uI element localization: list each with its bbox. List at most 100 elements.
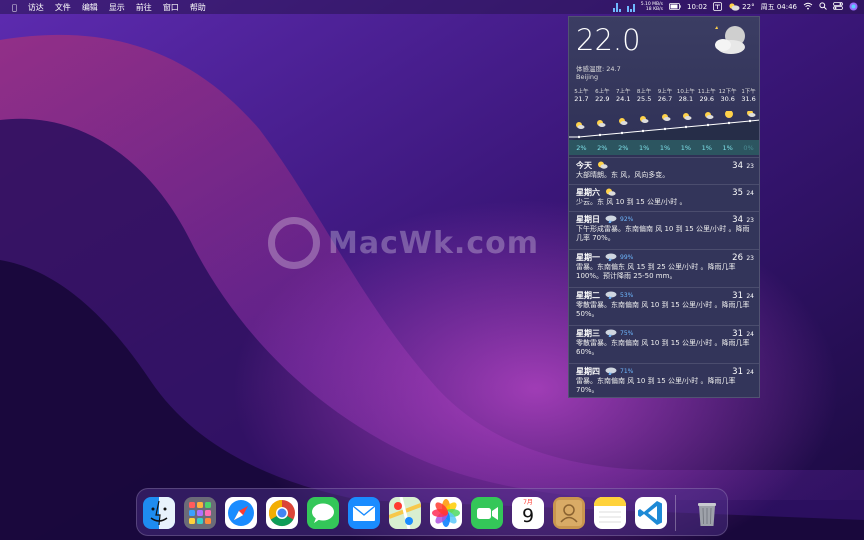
hour-item: 5上午 21.7 — [571, 89, 592, 103]
thunderstorm-icon — [605, 215, 617, 225]
hour-item: 6上午 22.9 — [592, 89, 613, 103]
day-description: 零散雷暴。东南偏南 风 10 到 15 公里/小时 。降雨几率 60%。 — [576, 339, 750, 356]
menu-file[interactable]: 文件 — [55, 2, 71, 13]
feels-like-text: 体感温度: 24.7 — [576, 65, 621, 73]
day-pop: 92% — [620, 216, 634, 223]
day-pop: 75% — [620, 330, 634, 337]
network-speed[interactable]: 5.10 MB/s 18 KB/s — [641, 2, 663, 12]
siri-icon[interactable] — [849, 2, 858, 13]
menu-finder[interactable]: 访达 — [28, 2, 44, 13]
thunderstorm-icon — [605, 253, 617, 263]
control-center-icon[interactable] — [833, 2, 843, 12]
hour-item: 10上午 28.1 — [675, 89, 696, 103]
menubar-weather-temp: 22° — [742, 3, 755, 11]
thunderstorm-icon — [605, 291, 617, 301]
hour-item: 9上午 26.7 — [655, 89, 676, 103]
cpu-graph-icon[interactable] — [612, 2, 621, 12]
partly-sunny-icon — [605, 188, 616, 198]
daily-row[interactable]: 星期六 35 24 少云。东 风 10 到 15 公里/小时 。 — [569, 184, 759, 211]
clock-time[interactable]: 10:02 — [687, 3, 707, 11]
vscode-icon[interactable] — [635, 497, 667, 529]
chrome-icon[interactable] — [266, 497, 298, 529]
contacts-icon[interactable] — [553, 497, 585, 529]
weather-panel: 22.0 体感温度: 24.7 Beijing 5上午 21.7 6上午 22.9 … — [568, 16, 760, 398]
hour-item: 7上午 24.1 — [613, 89, 634, 103]
day-name: 星期六 — [576, 188, 600, 197]
daily-row[interactable]: 星期四 71% 31 24 雷暴。东南偏南 风 10 到 15 公里/小时 。降雨… — [569, 363, 759, 397]
wifi-icon[interactable] — [803, 2, 813, 12]
day-description: 雷暴。东南偏南 风 10 到 15 公里/小时 。降雨几率 70%。 — [576, 377, 736, 394]
day-description: 零散雷暴。东南偏南 风 10 到 15 公里/小时 。降雨几率 50%。 — [576, 301, 750, 318]
daily-row[interactable]: 星期日 92% 34 23 下午形成雷暴。东南偏南 风 10 到 15 公里/小时… — [569, 211, 759, 249]
hour-temp: 30.6 — [720, 95, 735, 103]
menu-edit[interactable]: 编辑 — [82, 2, 98, 13]
daily-row[interactable]: 星期一 99% 26 23 雷暴。东南偏东 风 15 到 25 公里/小时 。降雨… — [569, 249, 759, 287]
safari-icon[interactable] — [225, 497, 257, 529]
dock: 7月 9 — [136, 488, 728, 536]
hour-temp: 22.9 — [595, 95, 610, 103]
menu-window[interactable]: 窗口 — [163, 2, 179, 13]
launchpad-icon[interactable] — [184, 497, 216, 529]
daily-row[interactable]: 星期三 75% 31 24 零散雷暴。东南偏南 风 10 到 15 公里/小时 。… — [569, 325, 759, 363]
input-method-icon[interactable] — [713, 1, 723, 13]
daily-row[interactable]: 星期二 53% 31 24 零散雷暴。东南偏南 风 10 到 15 公里/小时 。… — [569, 287, 759, 325]
hour-pop: 1% — [638, 143, 650, 152]
watermark-logo-icon — [268, 217, 320, 269]
facetime-icon[interactable] — [471, 497, 503, 529]
menu-view[interactable]: 显示 — [109, 2, 125, 13]
partly-cloudy-icon — [728, 2, 740, 13]
menubar-datetime[interactable]: 周五 04:46 — [761, 2, 797, 12]
day-pop: 99% — [620, 254, 634, 261]
battery-icon[interactable] — [669, 2, 681, 12]
hour-pop: 1% — [680, 143, 692, 152]
day-low: 23 — [746, 162, 754, 170]
notes-icon[interactable] — [594, 497, 626, 529]
daily-forecast: 今天 34 23 大部晴朗。东 风，风向多变。 星期六 35 24 少云。东 风 1… — [569, 157, 759, 397]
day-pop: 53% — [620, 292, 634, 299]
watermark-text: MacWk.com — [328, 225, 539, 261]
daily-row[interactable]: 今天 34 23 大部晴朗。东 风，风向多变。 — [569, 157, 759, 184]
hourly-precipitation: 2% 2% 2% 1% 1% 1% 1% 1% 0% — [569, 140, 759, 155]
calendar-day: 9 — [521, 505, 535, 527]
trash-icon[interactable] — [691, 497, 723, 529]
hour-pop: 1% — [701, 143, 712, 152]
hour-pop: 1% — [722, 143, 733, 152]
maps-icon[interactable] — [389, 497, 421, 529]
day-low: 24 — [746, 368, 754, 376]
search-icon[interactable] — [819, 2, 827, 12]
hour-temp: 21.7 — [574, 95, 589, 103]
day-name: 星期四 — [576, 367, 600, 376]
day-description: 下午形成雷暴。东南偏南 风 10 到 15 公里/小时 。降雨几率 70%。 — [576, 225, 750, 242]
menu-help[interactable]: 帮助 — [190, 2, 206, 13]
day-low: 23 — [746, 216, 754, 224]
photos-icon[interactable] — [430, 497, 462, 529]
mail-icon[interactable] — [348, 497, 380, 529]
apple-menu-icon[interactable]:  — [12, 3, 17, 12]
calendar-icon[interactable]: 7月 9 — [512, 497, 544, 529]
city-name: Beijing — [576, 73, 599, 81]
hour-temp: 28.1 — [678, 95, 694, 103]
day-high: 31 — [732, 328, 743, 339]
menu-go[interactable]: 前往 — [136, 2, 152, 13]
day-name: 星期三 — [576, 329, 600, 338]
messages-icon[interactable] — [307, 497, 339, 529]
hour-pop: 0% — [743, 143, 754, 152]
partly-cloudy-night-icon — [711, 23, 753, 59]
day-description: 雷暴。东南偏东 风 15 到 25 公里/小时 。降雨几率 100%。预计降雨 … — [576, 263, 736, 280]
hour-temp: 24.1 — [615, 95, 631, 103]
day-description: 大部晴朗。东 风，风向多变。 — [576, 171, 670, 179]
menu-bar:  访达 文件 编辑 显示 前往 窗口 帮助 5.10 MB/s 18 KB/s… — [0, 0, 864, 14]
day-low: 24 — [746, 292, 754, 300]
day-high: 35 — [732, 187, 743, 198]
day-pop: 71% — [620, 368, 634, 375]
thunderstorm-icon — [605, 367, 617, 377]
memory-graph-icon[interactable] — [626, 2, 635, 12]
hour-temp: 26.7 — [657, 95, 673, 103]
hourly-temperature-graph — [569, 111, 759, 141]
day-description: 少云。东 风 10 到 15 公里/小时 。 — [576, 198, 687, 206]
hour-temp: 25.5 — [636, 95, 652, 103]
menubar-weather[interactable]: 22° — [728, 2, 755, 13]
day-low: 23 — [746, 254, 754, 262]
finder-icon[interactable] — [143, 497, 175, 529]
day-high: 31 — [732, 290, 743, 301]
